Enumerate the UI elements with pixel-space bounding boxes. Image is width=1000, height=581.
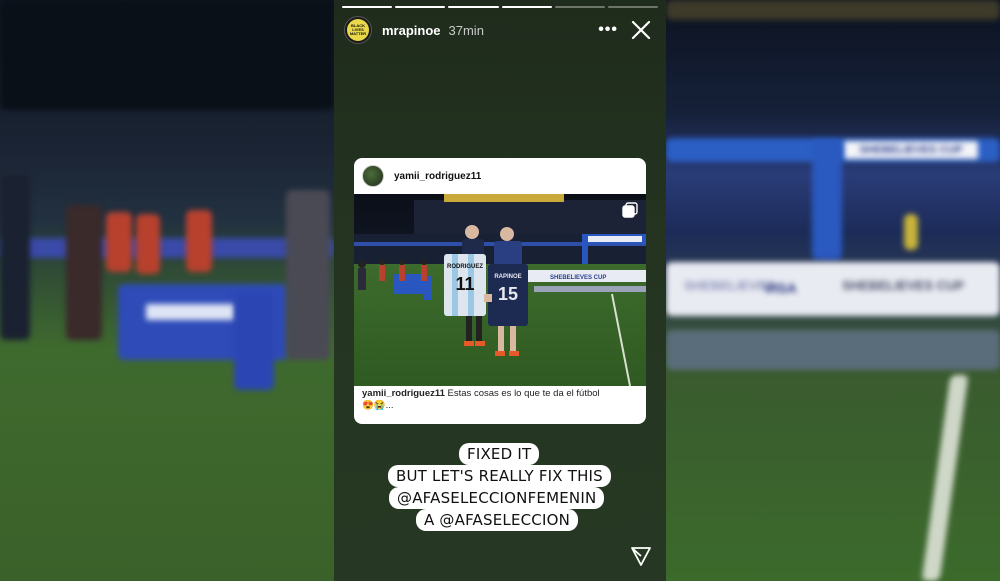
bg-board-text: SHEBELIEVES CUP — [842, 278, 965, 293]
carousel-icon — [622, 202, 638, 218]
text-sticker-line4: A @AFASELECCION — [416, 509, 579, 531]
bg-person — [904, 214, 918, 250]
avatar[interactable]: BLACK LIVES MATTER — [344, 16, 372, 44]
bg-ad-strip — [0, 238, 334, 258]
post-header: yamii_rodriguez11 — [354, 158, 646, 194]
bg-dark-stands — [0, 0, 334, 110]
close-icon[interactable] — [630, 19, 652, 41]
bg-board-label — [146, 304, 236, 320]
bg-person — [0, 175, 30, 340]
bg-board-text: SHEBELIEVES CUP — [844, 141, 978, 159]
story-username[interactable]: mrapinoe — [382, 23, 441, 38]
post-username[interactable]: yamii_rodriguez11 — [394, 171, 481, 182]
more-icon[interactable]: ••• — [598, 22, 618, 38]
jersey-name-left: RODRIGUEZ — [447, 264, 483, 270]
board-text: SHEBELIEVES CUP — [550, 275, 606, 281]
post-photo[interactable]: SHEBELIEVES CUP RODRIGUEZ 11 RAPINOE 15 — [354, 194, 646, 386]
bg-person — [286, 190, 330, 360]
avatar-text: BLACK LIVES MATTER — [349, 23, 367, 36]
progress-segment — [342, 6, 393, 8]
bg-podium — [234, 292, 274, 390]
story-viewer[interactable]: BLACK LIVES MATTER mrapinoe 37min ••• ya… — [334, 0, 666, 581]
bg-pitch-line — [921, 375, 969, 581]
bg-board-text: SHEBELIEVES — [684, 278, 776, 293]
bg-roof — [666, 0, 1000, 20]
caption-text: Estas cosas es lo que te da el fútbol — [447, 388, 600, 399]
story-progress-bar — [342, 6, 659, 8]
bg-person — [66, 205, 102, 340]
story-header: BLACK LIVES MATTER mrapinoe 37min ••• — [344, 14, 656, 46]
bg-person — [136, 214, 160, 274]
bg-lower-board: SHEBELIEVES VISA SHEBELIEVES CUP — [666, 262, 1000, 316]
send-icon[interactable] — [630, 545, 652, 567]
shared-post-card[interactable]: yamii_rodriguez11 SHEBELIEVES CUP RODRIG… — [354, 158, 646, 424]
text-sticker-line3: @AFASELECCIONFEMENIN — [389, 487, 605, 509]
bg-person — [106, 212, 132, 272]
story-timestamp: 37min — [448, 22, 484, 38]
bg-person — [186, 210, 212, 272]
progress-segment — [395, 6, 446, 8]
background-left — [0, 0, 334, 581]
avatar-badge: BLACK LIVES MATTER — [347, 19, 369, 41]
caption-username[interactable]: yamii_rodriguez11 — [362, 388, 445, 399]
jersey-name-right: RAPINOE — [494, 274, 521, 280]
text-sticker-line2: BUT LET'S REALLY FIX THIS — [388, 465, 611, 487]
caption-emoji: 😍😭... — [362, 400, 394, 411]
progress-segment — [501, 6, 552, 8]
bg-pillar — [812, 140, 842, 260]
jersey-number-right: 15 — [498, 284, 518, 304]
progress-segment — [554, 6, 605, 8]
jersey-number-left: 11 — [455, 274, 474, 294]
post-avatar[interactable] — [362, 165, 384, 187]
bg-track — [666, 330, 1000, 370]
text-sticker-line1: FIXED IT — [459, 443, 540, 465]
post-caption: yamii_rodriguez11 Estas cosas es lo que … — [362, 388, 638, 412]
bg-board-sponsor: VISA — [764, 280, 797, 296]
background-right: SHEBELIEVES CUP SHEBELIEVES VISA SHEBELI… — [666, 0, 1000, 581]
post-photo-image: SHEBELIEVES CUP RODRIGUEZ 11 RAPINOE 15 — [354, 194, 646, 386]
progress-segment — [607, 6, 659, 8]
progress-segment — [448, 6, 499, 8]
